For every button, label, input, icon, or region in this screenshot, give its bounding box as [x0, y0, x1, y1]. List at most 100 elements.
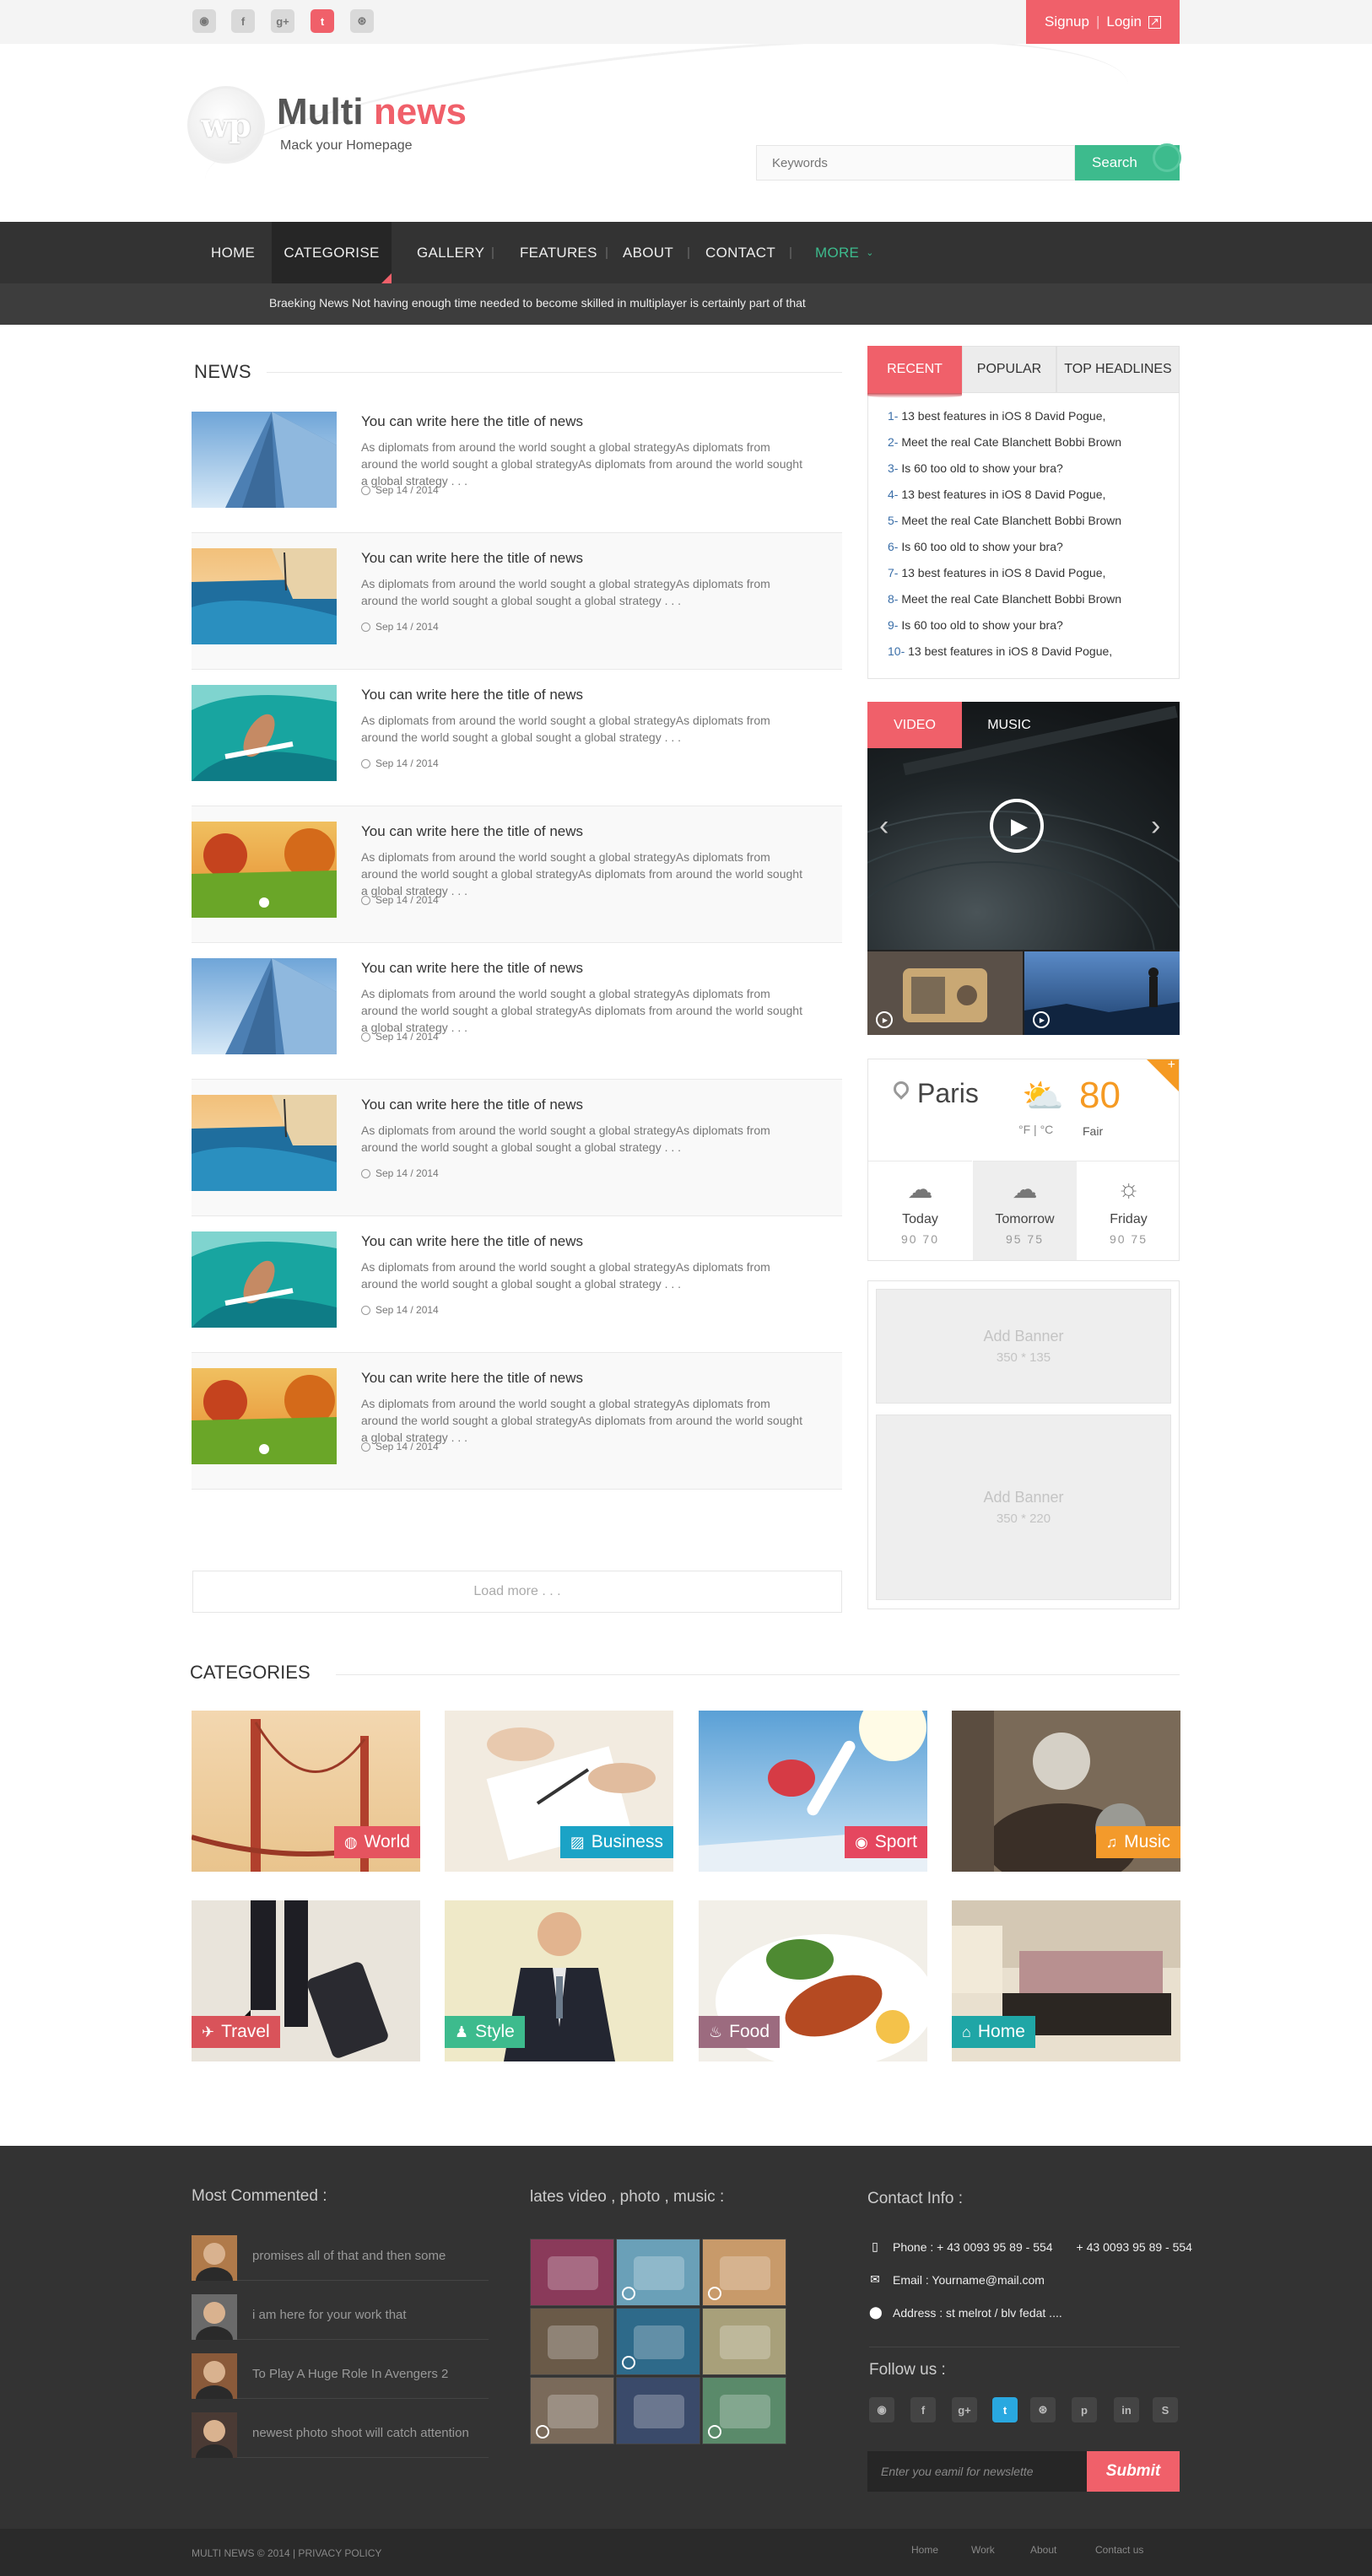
news-title[interactable]: You can write here the title of news — [361, 687, 583, 703]
news-item[interactable]: You can write here the title of news As … — [192, 806, 842, 943]
chevron-left-icon[interactable]: ‹ — [879, 810, 889, 843]
category-card[interactable]: ▨ Business — [445, 1711, 673, 1872]
news-title[interactable]: You can write here the title of news — [361, 550, 583, 567]
google-plus-icon[interactable]: g+ — [952, 2397, 977, 2422]
category-card[interactable]: ◍ World — [192, 1711, 420, 1872]
chevron-right-icon[interactable]: › — [1151, 810, 1160, 843]
recent-list-item[interactable]: 10- 13 best features in iOS 8 David Pogu… — [888, 644, 1112, 658]
load-more-button[interactable]: Load more . . . — [192, 1571, 842, 1613]
news-thumbnail[interactable] — [192, 1231, 337, 1328]
news-item[interactable]: You can write here the title of news As … — [192, 396, 842, 533]
breaking-news-text[interactable]: Braeking News Not having enough time nee… — [269, 296, 806, 310]
nav-categorise[interactable]: CATEGORISE — [272, 222, 392, 283]
category-tag[interactable]: ♨ Food — [699, 2016, 781, 2048]
tab-popular[interactable]: POPULAR — [962, 346, 1056, 393]
news-title[interactable]: You can write here the title of news — [361, 823, 583, 840]
footer-link-contact[interactable]: Contact us — [1095, 2544, 1143, 2556]
newsletter-email-input[interactable]: Enter you eamil for newslette — [867, 2451, 1087, 2492]
category-card[interactable]: ✈ Travel — [192, 1900, 420, 2061]
avatar[interactable] — [192, 2235, 237, 2281]
gallery-thumbnail[interactable] — [530, 2377, 614, 2444]
gallery-thumbnail[interactable] — [702, 2239, 786, 2306]
category-tag[interactable]: ◍ World — [333, 1826, 420, 1858]
category-card[interactable]: ♫ Music — [952, 1711, 1180, 1872]
skype-icon[interactable]: S — [1153, 2397, 1178, 2422]
rss-icon[interactable]: ◉ — [192, 9, 216, 33]
dribbble-icon[interactable]: ⊛ — [350, 9, 374, 33]
recent-list-item[interactable]: 5- Meet the real Cate Blanchett Bobbi Br… — [888, 514, 1121, 527]
news-item[interactable]: You can write here the title of news As … — [192, 1080, 842, 1216]
footer-link-about[interactable]: About — [1030, 2544, 1056, 2556]
gallery-thumbnail[interactable] — [616, 2308, 700, 2375]
gallery-thumbnail[interactable] — [530, 2308, 614, 2375]
avatar[interactable] — [192, 2353, 237, 2399]
facebook-icon[interactable]: f — [910, 2397, 936, 2422]
footer-link-work[interactable]: Work — [971, 2544, 995, 2556]
footer-link-home[interactable]: Home — [911, 2544, 938, 2556]
media-thumbnail[interactable]: ▶ — [867, 951, 1023, 1035]
rss-icon[interactable]: ◉ — [869, 2397, 894, 2422]
pinterest-icon[interactable]: p — [1072, 2397, 1097, 2422]
news-item[interactable]: You can write here the title of news As … — [192, 533, 842, 670]
news-title[interactable]: You can write here the title of news — [361, 413, 583, 430]
news-thumbnail[interactable] — [192, 822, 337, 918]
gallery-thumbnail[interactable] — [616, 2239, 700, 2306]
signup-link[interactable]: Signup — [1045, 13, 1089, 30]
recent-list-item[interactable]: 9- Is 60 too old to show your bra? — [888, 618, 1063, 632]
comment-item[interactable]: promises all of that and then some — [192, 2235, 489, 2281]
news-title[interactable]: You can write here the title of news — [361, 1233, 583, 1250]
nav-gallery[interactable]: GALLERY — [417, 222, 484, 283]
category-tag[interactable]: ♟ Style — [445, 2016, 525, 2048]
recent-list-item[interactable]: 8- Meet the real Cate Blanchett Bobbi Br… — [888, 592, 1121, 606]
facebook-icon[interactable]: f — [231, 9, 255, 33]
category-tag[interactable]: ⌂ Home — [952, 2016, 1035, 2048]
plus-icon[interactable]: + — [1168, 1059, 1175, 1073]
google-plus-icon[interactable]: g+ — [271, 9, 294, 33]
recent-list-item[interactable]: 2- Meet the real Cate Blanchett Bobbi Br… — [888, 435, 1121, 449]
email-text[interactable]: Email : Yourname@mail.com — [893, 2273, 1045, 2287]
search-input[interactable] — [756, 145, 1075, 181]
ad-banner[interactable]: Add Banner 350 * 220 — [876, 1415, 1171, 1600]
category-tag[interactable]: ✈ Travel — [192, 2016, 280, 2048]
category-tag[interactable]: ♫ Music — [1095, 1826, 1180, 1858]
comment-item[interactable]: To Play A Huge Role In Avengers 2 — [192, 2353, 489, 2399]
comment-text[interactable]: i am here for your work that — [252, 2308, 407, 2322]
news-item[interactable]: You can write here the title of news As … — [192, 1353, 842, 1490]
news-item[interactable]: You can write here the title of news As … — [192, 1216, 842, 1353]
recent-list-item[interactable]: 7- 13 best features in iOS 8 David Pogue… — [888, 566, 1105, 579]
login-link[interactable]: Login — [1106, 13, 1142, 30]
comment-text[interactable]: To Play A Huge Role In Avengers 2 — [252, 2367, 448, 2381]
tab-recent[interactable]: RECENT — [867, 346, 962, 393]
category-tag[interactable]: ▨ Business — [559, 1826, 673, 1858]
recent-list-item[interactable]: 6- Is 60 too old to show your bra? — [888, 540, 1063, 553]
comment-item[interactable]: newest photo shoot will catch attention — [192, 2412, 489, 2458]
search-button[interactable]: Search — [1075, 143, 1181, 181]
recent-list-item[interactable]: 4- 13 best features in iOS 8 David Pogue… — [888, 488, 1105, 501]
comment-text[interactable]: newest photo shoot will catch attention — [252, 2426, 469, 2440]
copyright[interactable]: MULTI NEWS © 2014 | PRIVACY POLICY — [192, 2547, 381, 2559]
nav-home[interactable]: HOME — [192, 222, 273, 283]
submit-button[interactable]: Submit — [1087, 2451, 1180, 2492]
nav-about[interactable]: ABOUT — [623, 222, 673, 283]
logo-mark[interactable]: wp — [187, 86, 265, 164]
category-card[interactable]: ◉ Sport — [699, 1711, 927, 1872]
news-title[interactable]: You can write here the title of news — [361, 1097, 583, 1113]
news-thumbnail[interactable] — [192, 548, 337, 644]
tab-music[interactable]: MUSIC — [962, 702, 1056, 748]
logo-title[interactable]: Multi news — [277, 91, 467, 133]
twitter-icon[interactable]: t — [992, 2397, 1018, 2422]
category-tag[interactable]: ◉ Sport — [845, 1826, 927, 1858]
gallery-thumbnail[interactable] — [702, 2308, 786, 2375]
gallery-thumbnail[interactable] — [702, 2377, 786, 2444]
linkedin-icon[interactable]: in — [1114, 2397, 1139, 2422]
news-item[interactable]: You can write here the title of news As … — [192, 670, 842, 806]
news-item[interactable]: You can write here the title of news As … — [192, 943, 842, 1080]
login-icon[interactable]: ↗ — [1148, 15, 1161, 29]
news-title[interactable]: You can write here the title of news — [361, 960, 583, 977]
twitter-icon[interactable]: t — [311, 9, 334, 33]
play-icon[interactable]: ▶ — [990, 799, 1044, 853]
news-thumbnail[interactable] — [192, 958, 337, 1054]
recent-list-item[interactable]: 3- Is 60 too old to show your bra? — [888, 461, 1063, 475]
comment-item[interactable]: i am here for your work that — [192, 2294, 489, 2340]
category-card[interactable]: ♟ Style — [445, 1900, 673, 2061]
